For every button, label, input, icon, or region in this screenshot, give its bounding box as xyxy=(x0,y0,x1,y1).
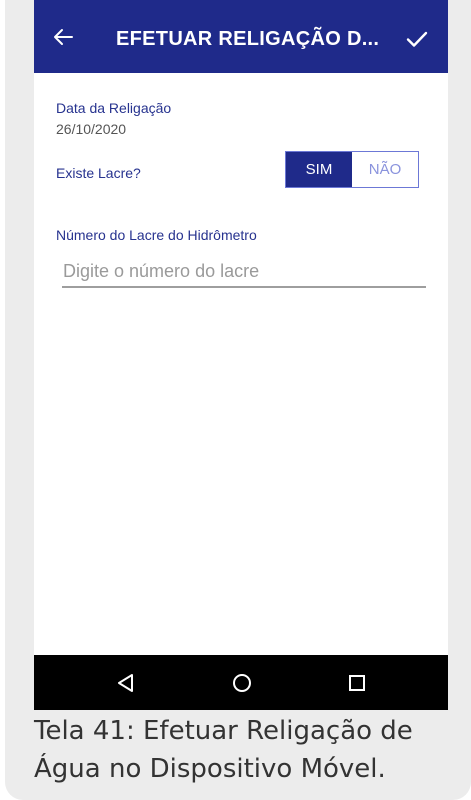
system-nav-bar xyxy=(34,655,448,710)
seal-option-yes[interactable]: SIM xyxy=(286,152,352,187)
nav-home-button[interactable] xyxy=(226,667,258,699)
check-icon xyxy=(406,31,428,47)
phone-screen: EFETUAR RELIGAÇÃO D... Data da Religação… xyxy=(34,0,448,710)
home-circle-icon xyxy=(233,674,251,692)
app-bar: EFETUAR RELIGAÇÃO D... xyxy=(34,0,448,73)
nav-back-button[interactable] xyxy=(110,667,142,699)
seal-option-no[interactable]: NÃO xyxy=(352,152,418,187)
nav-recents-button[interactable] xyxy=(341,667,373,699)
back-button[interactable] xyxy=(48,22,78,52)
seal-question-label: Existe Lacre? xyxy=(56,165,141,181)
arrow-left-icon xyxy=(54,29,73,45)
seal-number-input[interactable] xyxy=(62,256,426,288)
back-triangle-icon xyxy=(118,674,133,692)
seal-toggle: SIM NÃO xyxy=(285,151,419,188)
figure-caption: Tela 41: Efetuar Religação de Água no Di… xyxy=(34,716,413,784)
confirm-button[interactable] xyxy=(402,24,432,54)
date-label: Data da Religação xyxy=(56,100,172,116)
seal-number-label: Número do Lacre do Hidrômetro xyxy=(56,227,257,243)
figure-frame: EFETUAR RELIGAÇÃO D... Data da Religação… xyxy=(5,0,471,800)
recents-square-icon xyxy=(349,675,365,691)
date-value: 26/10/2020 xyxy=(56,121,127,137)
page-title: EFETUAR RELIGAÇÃO D... xyxy=(116,28,380,50)
